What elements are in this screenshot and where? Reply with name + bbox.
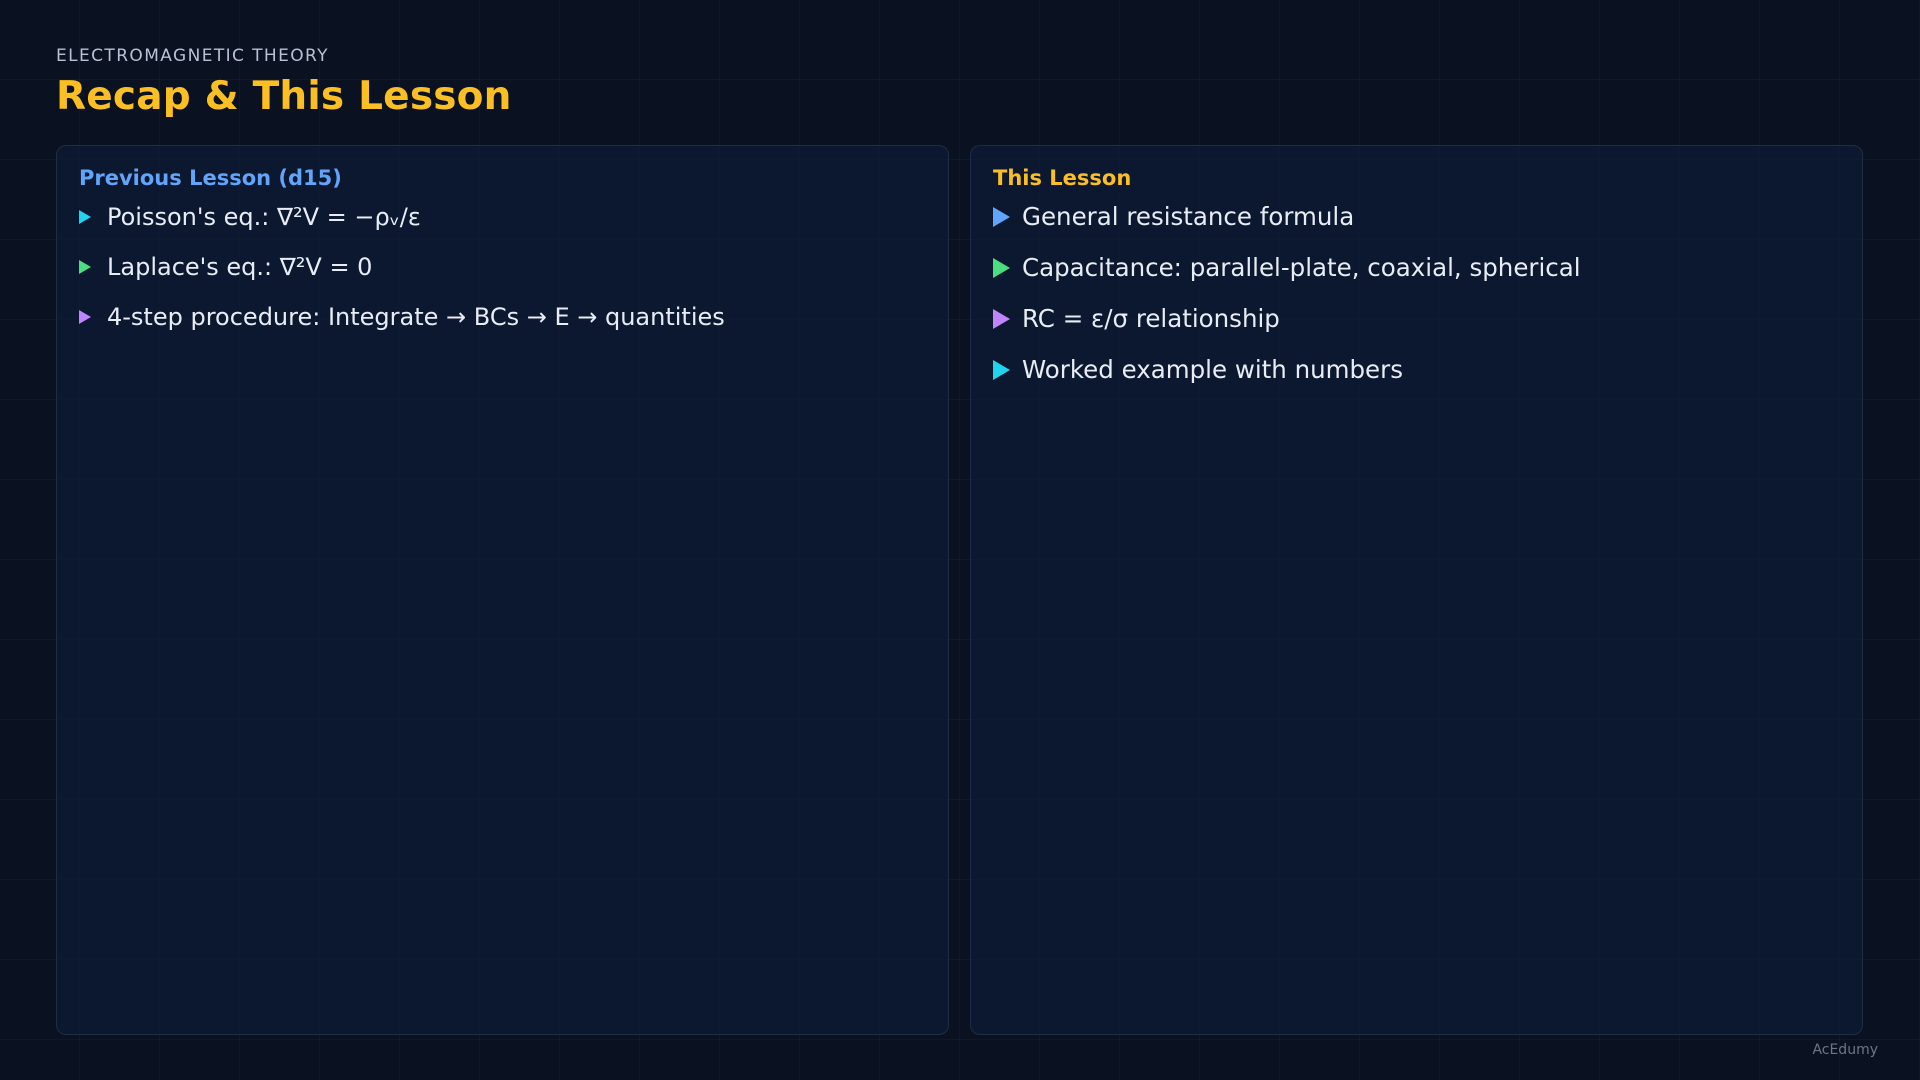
triangle-bullet-icon [993,258,1010,278]
this-lesson-list: General resistance formula Capacitance: … [993,202,1840,385]
list-item: Laplace's eq.: ∇²V = 0 [79,252,926,282]
course-kicker: ELECTROMAGNETIC THEORY [56,46,329,66]
triangle-bullet-icon [79,210,91,224]
triangle-bullet-icon [79,310,91,324]
previous-lesson-list: Poisson's eq.: ∇²V = −ρᵥ/ε Laplace's eq.… [79,202,926,332]
list-item: Capacitance: parallel-plate, coaxial, sp… [993,253,1840,283]
list-item: RC = ε/σ relationship [993,304,1840,334]
list-item: 4-step procedure: Integrate → BCs → E → … [79,302,926,332]
list-item-text: Worked example with numbers [1022,355,1403,384]
this-lesson-heading: This Lesson [993,166,1132,190]
list-item: General resistance formula [993,202,1840,232]
brand-watermark: AcEdumy [1812,1042,1878,1058]
list-item-text: Poisson's eq.: ∇²V = −ρᵥ/ε [107,203,421,231]
list-item-text: Capacitance: parallel-plate, coaxial, sp… [1022,253,1581,282]
list-item-text: Laplace's eq.: ∇²V = 0 [107,253,373,281]
previous-lesson-heading: Previous Lesson (d15) [79,166,342,190]
slide: ELECTROMAGNETIC THEORY Recap & This Less… [0,0,1920,1080]
list-item: Worked example with numbers [993,355,1840,385]
triangle-bullet-icon [993,207,1010,227]
list-item-text: RC = ε/σ relationship [1022,304,1280,333]
triangle-bullet-icon [79,260,91,274]
list-item-text: General resistance formula [1022,202,1355,231]
previous-lesson-panel: Previous Lesson (d15) Poisson's eq.: ∇²V… [56,145,949,1035]
this-lesson-panel: This Lesson General resistance formula C… [970,145,1863,1035]
triangle-bullet-icon [993,360,1010,380]
slide-title: Recap & This Lesson [56,74,512,119]
list-item-text: 4-step procedure: Integrate → BCs → E → … [107,303,725,331]
triangle-bullet-icon [993,309,1010,329]
list-item: Poisson's eq.: ∇²V = −ρᵥ/ε [79,202,926,232]
